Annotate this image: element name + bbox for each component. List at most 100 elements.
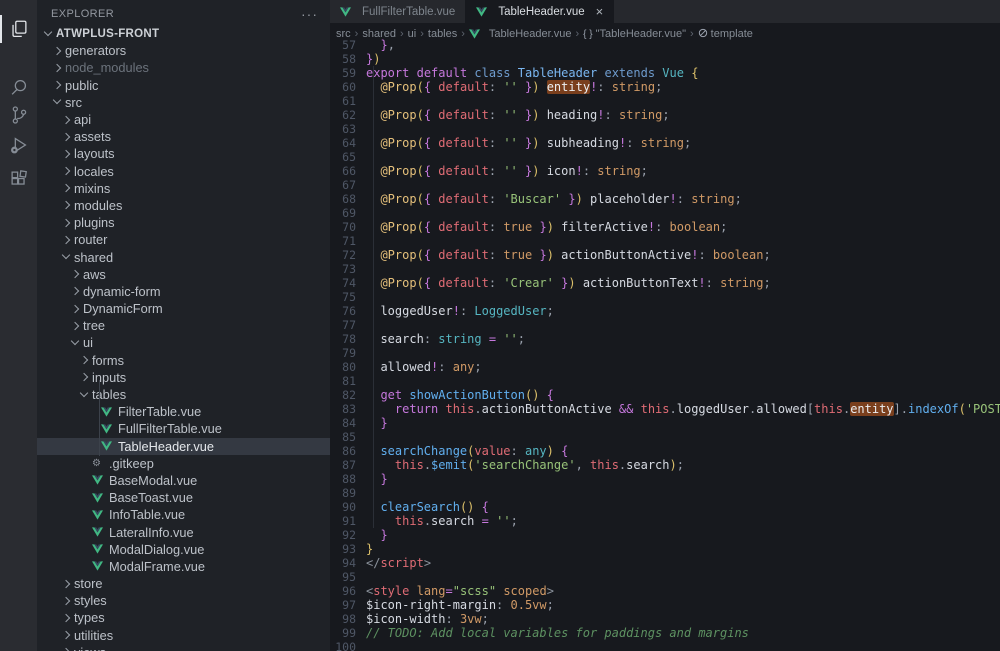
tree-item-utilities[interactable]: utilities [37, 627, 330, 644]
tree-item-assets[interactable]: assets [37, 128, 330, 145]
line-number: 71 [330, 234, 356, 248]
tree-item-public[interactable]: public [37, 77, 330, 94]
tree-item-label: .gitkeep [109, 456, 154, 471]
tree-item-locales[interactable]: locales [37, 163, 330, 180]
code-line-87: 87 this.$emit('searchChange', this.searc… [330, 458, 1000, 472]
code-line-70: 70 @Prop({ default: true }) filterActive… [330, 220, 1000, 234]
chevron-right-icon [62, 167, 70, 175]
line-number: 69 [330, 206, 356, 220]
code-line-92: 92 } [330, 528, 1000, 542]
code-line-94: 94</script> [330, 556, 1000, 570]
vue-file-icon [92, 510, 104, 520]
line-number: 78 [330, 332, 356, 346]
tree-item-src[interactable]: src [37, 94, 330, 111]
code-editor[interactable]: 57 },58})59export default class TableHea… [330, 38, 1000, 651]
tree-item-modules[interactable]: modules [37, 197, 330, 214]
tree-item-plugins[interactable]: plugins [37, 214, 330, 231]
code-line-59: 59export default class TableHeader exten… [330, 66, 1000, 80]
tree-item-modalframe-vue[interactable]: ModalFrame.vue [37, 558, 330, 575]
tree-item-label: forms [92, 353, 124, 368]
line-number: 60 [330, 80, 356, 94]
code-text: @Prop({ default: 'Buscar' }) placeholder… [366, 192, 742, 206]
tree-item-tree[interactable]: tree [37, 317, 330, 334]
close-icon[interactable]: × [596, 4, 604, 19]
tree-item-aws[interactable]: aws [37, 266, 330, 283]
chevron-down-icon [53, 98, 61, 106]
tree-item-label: assets [74, 129, 111, 144]
vue-file-icon [92, 544, 104, 554]
code-text: @Prop({ default: '' }) subheading!: stri… [366, 136, 691, 150]
tree-item-label: modules [74, 198, 122, 213]
tab-fullfiltertable-vue[interactable]: FullFilterTable.vue [330, 0, 466, 23]
tree-item-tableheader-vue[interactable]: TableHeader.vue [37, 438, 330, 455]
tree-item-layouts[interactable]: layouts [37, 145, 330, 162]
tree-item-label: src [65, 95, 82, 110]
extensions-icon[interactable] [0, 162, 37, 196]
tree-item-shared[interactable]: shared [37, 248, 330, 265]
code-line-98: 98$icon-width: 3vw; [330, 612, 1000, 626]
tree-item-styles[interactable]: styles [37, 592, 330, 609]
code-text: search: string = ''; [366, 332, 525, 346]
code-line-66: 66 @Prop({ default: '' }) icon!: string; [330, 164, 1000, 178]
chevron-right-icon [62, 133, 70, 141]
line-number: 94 [330, 556, 356, 570]
code-line-81: 81 [330, 374, 1000, 388]
tree-item-lateralinfo-vue[interactable]: LateralInfo.vue [37, 523, 330, 540]
code-line-86: 86 searchChange(value: any) { [330, 444, 1000, 458]
tree-item--gitkeep[interactable]: ⚙.gitkeep [37, 455, 330, 472]
tree-item-fullfiltertable-vue[interactable]: FullFilterTable.vue [37, 420, 330, 437]
code-line-95: 95 [330, 570, 1000, 584]
tree-item-mixins[interactable]: mixins [37, 180, 330, 197]
code-line-75: 75 [330, 290, 1000, 304]
tree-item-infotable-vue[interactable]: InfoTable.vue [37, 506, 330, 523]
no-chevron [80, 528, 88, 536]
tree-item-label: ATWPLUS-FRONT [56, 28, 159, 40]
tree-item-forms[interactable]: forms [37, 352, 330, 369]
tree-item-views[interactable]: views [37, 644, 330, 651]
sidebar-actions-icon[interactable]: ··· [301, 6, 318, 22]
tree-item-router[interactable]: router [37, 231, 330, 248]
tree-item-types[interactable]: types [37, 609, 330, 626]
tree-item-ui[interactable]: ui [37, 334, 330, 351]
run-debug-icon[interactable] [0, 128, 37, 162]
tree-item-api[interactable]: api [37, 111, 330, 128]
tree-item-label: InfoTable.vue [109, 507, 185, 522]
line-number: 88 [330, 472, 356, 486]
source-control-icon[interactable] [0, 98, 37, 132]
code-line-74: 74 @Prop({ default: 'Crear' }) actionBut… [330, 276, 1000, 290]
code-text: loggedUser!: LoggedUser; [366, 304, 554, 318]
line-number: 77 [330, 318, 356, 332]
tree-item-node-modules[interactable]: node_modules [37, 59, 330, 76]
tree-item-dynamic-form[interactable]: dynamic-form [37, 283, 330, 300]
tree-item-generators[interactable]: generators [37, 42, 330, 59]
tree-item-label: tree [83, 318, 105, 333]
tree-item-inputs[interactable]: inputs [37, 369, 330, 386]
tree-item-label: aws [83, 267, 106, 282]
tree-item-dynamicform[interactable]: DynamicForm [37, 300, 330, 317]
chevron-right-icon [62, 597, 70, 605]
line-number: 87 [330, 458, 356, 472]
tree-item-label: DynamicForm [83, 301, 163, 316]
tree-item-modaldialog-vue[interactable]: ModalDialog.vue [37, 541, 330, 558]
explorer-icon[interactable] [0, 12, 37, 46]
tree-item-basetoast-vue[interactable]: BaseToast.vue [37, 489, 330, 506]
no-chevron [89, 425, 97, 433]
code-text: @Prop({ default: '' }) heading!: string; [366, 108, 670, 122]
activity-bar [0, 0, 37, 651]
code-line-91: 91 this.search = ''; [330, 514, 1000, 528]
line-number: 97 [330, 598, 356, 612]
tab-tableheader-vue[interactable]: TableHeader.vue× [466, 0, 614, 23]
tree-item-basemodal-vue[interactable]: BaseModal.vue [37, 472, 330, 489]
tree-item-tables[interactable]: tables [37, 386, 330, 403]
vue-file-icon [92, 475, 104, 485]
tree-item-label: BaseToast.vue [109, 490, 193, 505]
tree-item-atwplus-front[interactable]: ATWPLUS-FRONT [37, 25, 330, 42]
chevron-right-icon [71, 305, 79, 313]
line-number: 73 [330, 262, 356, 276]
chevron-right-icon [71, 322, 79, 330]
tree-item-filtertable-vue[interactable]: FilterTable.vue [37, 403, 330, 420]
code-line-88: 88 } [330, 472, 1000, 486]
tree-item-store[interactable]: store [37, 575, 330, 592]
code-line-83: 83 return this.actionButtonActive && thi… [330, 402, 1000, 416]
code-line-58: 58}) [330, 52, 1000, 66]
